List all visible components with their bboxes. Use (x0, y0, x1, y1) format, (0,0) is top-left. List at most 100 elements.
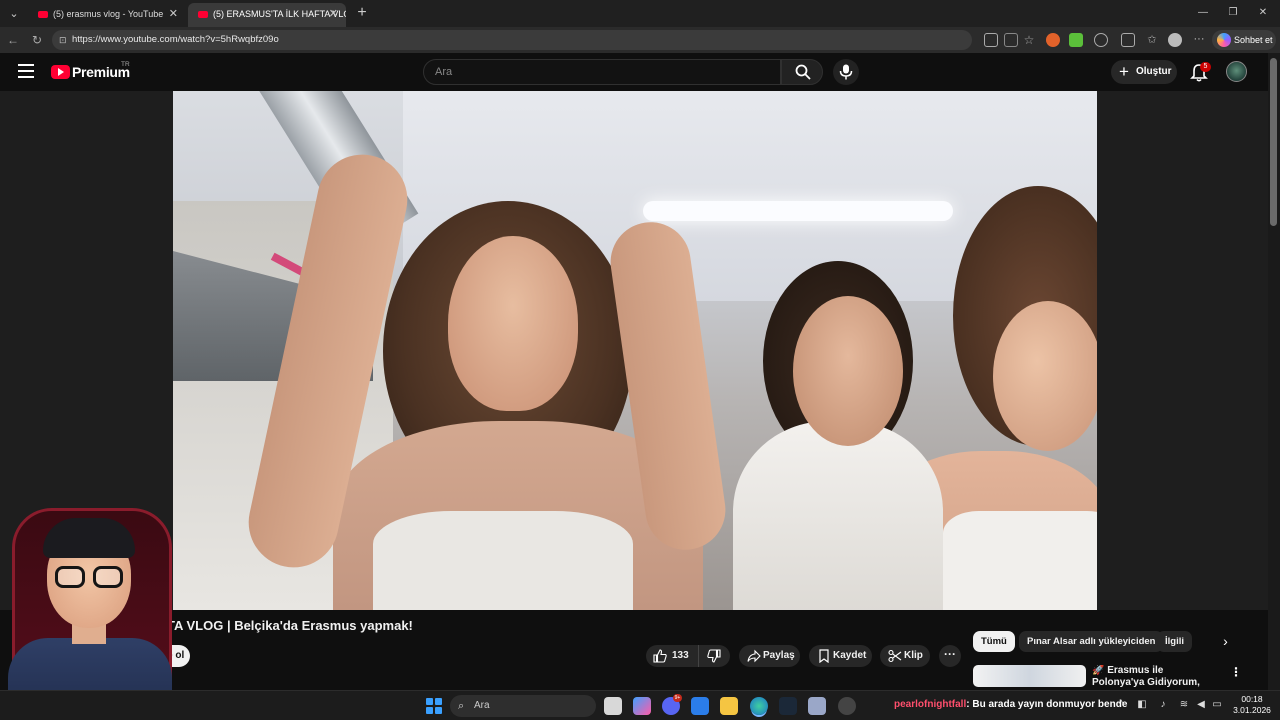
youtube-play-icon (51, 65, 70, 79)
tab-1-label: (5) erasmus vlog - YouTube (53, 9, 164, 19)
video-scene-light (643, 201, 953, 221)
tab-list-chevron-icon[interactable]: ⌄ (4, 4, 24, 24)
plus-icon: + (1119, 62, 1129, 81)
close-window-icon[interactable]: ✕ (1248, 4, 1278, 22)
share-arrow-icon (747, 649, 761, 663)
share-button[interactable]: Paylaş (739, 645, 800, 667)
streamer-webcam-overlay (0, 498, 180, 720)
clip-label: Klip (904, 650, 923, 661)
scissors-icon (888, 649, 902, 663)
account-avatar[interactable] (1226, 61, 1247, 82)
avatar-glasses-left (55, 566, 85, 588)
stream-chat-ticker: pearlofnightfall: Bu arada yayın donmuyo… (894, 699, 1127, 710)
chip-all[interactable]: Tümü (973, 631, 1015, 652)
notification-badge: 5 (1200, 62, 1211, 72)
new-tab-plus-icon[interactable]: + (352, 3, 372, 23)
chat-username: pearlofnightfall (894, 699, 967, 710)
voice-search-button[interactable] (833, 59, 859, 85)
save-button[interactable]: Kaydet (809, 645, 872, 667)
browser-tab-2[interactable]: (5) ERASMUS'TA İLK HAFTA VLOG ✕ (188, 3, 346, 27)
taskbar-search-field[interactable]: ⌕ Ara (450, 695, 596, 717)
obs-icon[interactable] (838, 697, 856, 715)
url-field[interactable]: ⊡ https://www.youtube.com/watch?v=5hRwqb… (52, 30, 972, 50)
recommendation-menu-icon[interactable]: ⋮ (1230, 665, 1242, 681)
store-icon[interactable] (691, 697, 709, 715)
video-title: TA VLOG | Belçika'da Erasmus yapmak! (167, 618, 413, 633)
steam-icon[interactable] (779, 697, 797, 715)
discord-badge: 9+ (673, 694, 682, 702)
windows-taskbar: ⌕ Ara 9+ pearlofnightfall: Bu arada yayı… (0, 690, 1280, 720)
edge-browser-icon[interactable] (750, 697, 768, 715)
chip-from-uploader[interactable]: Pınar Alsar adlı yükleyiciden (1019, 631, 1164, 652)
wifi-icon[interactable]: ≋ (1178, 699, 1190, 711)
clock-time: 00:18 (1241, 694, 1263, 704)
video-person-1-face (448, 236, 578, 411)
site-info-icon[interactable]: ⊡ (59, 30, 67, 50)
file-explorer-icon[interactable] (720, 697, 738, 715)
split-screen-icon[interactable] (1121, 33, 1135, 47)
recommendation-title[interactable]: 🚀 Erasmus ile Polonya'ya Gidiyorum, Yolc… (1092, 665, 1217, 687)
copilot-icon (1217, 33, 1231, 47)
profile-avatar-icon[interactable] (1168, 33, 1182, 47)
microphone-icon (839, 64, 853, 80)
video-person-2-body (733, 421, 943, 610)
chips-next-chevron-icon[interactable]: › (1215, 631, 1236, 652)
copilot-chat-button[interactable]: Sohbet et (1212, 30, 1276, 50)
download-extension-icon[interactable] (1069, 33, 1083, 47)
chip-related[interactable]: İlgili (1157, 631, 1192, 652)
video-player[interactable] (173, 91, 1097, 610)
more-dots-icon: ··· (944, 647, 956, 661)
close-tab-1-icon[interactable]: ✕ (169, 3, 178, 25)
taskbar-search-icon: ⌕ (458, 700, 465, 712)
save-label: Kaydet (833, 650, 867, 661)
extension-1-icon[interactable] (1046, 33, 1060, 47)
microphone-tray-icon[interactable]: ♪ (1157, 699, 1169, 711)
share-label: Paylaş (763, 650, 795, 661)
tab-2-label: (5) ERASMUS'TA İLK HAFTA VLOG (213, 9, 346, 19)
reader-view-icon[interactable] (1004, 33, 1018, 47)
recommendation-thumbnail[interactable] (973, 665, 1086, 687)
thumbs-up-icon (653, 649, 667, 663)
minimize-icon[interactable]: — (1188, 4, 1218, 22)
browser-menu-icon[interactable]: ··· (1192, 33, 1206, 47)
close-tab-2-icon[interactable]: ✕ (329, 3, 338, 25)
windows-start-icon[interactable] (426, 698, 442, 714)
favorite-star-icon[interactable]: ☆ (1022, 33, 1036, 47)
system-clock[interactable]: 00:18 3.01.2026 (1228, 694, 1276, 716)
collections-icon[interactable]: ✩ (1145, 33, 1159, 47)
taskbar-search-label: Ara (474, 700, 490, 711)
restore-icon[interactable]: ❐ (1218, 4, 1248, 22)
avatar-glasses-right (93, 566, 123, 588)
browser-tab-strip: ⌄ (5) erasmus vlog - YouTube ✕ (5) ERASM… (0, 0, 1280, 27)
search-button[interactable] (781, 59, 823, 85)
clip-button[interactable]: Klip (880, 645, 930, 667)
extensions-puzzle-icon[interactable] (1094, 33, 1108, 47)
more-actions-button[interactable]: ··· (939, 645, 961, 667)
tray-overflow-chevron-icon[interactable]: ^ (1115, 699, 1127, 711)
video-person-3-face (993, 301, 1097, 451)
tray-app-icon[interactable]: ◧ (1136, 699, 1148, 711)
dislike-button[interactable] (698, 645, 730, 667)
create-button[interactable]: + Oluştur (1111, 60, 1177, 84)
hamburger-menu-icon[interactable] (18, 64, 34, 78)
create-label: Oluştur (1136, 66, 1172, 77)
search-input[interactable]: Ara (423, 59, 781, 85)
address-bar-row: ← ↻ ⊡ https://www.youtube.com/watch?v=5h… (0, 27, 1280, 53)
battery-icon[interactable]: ▭ (1211, 699, 1223, 711)
refresh-icon[interactable]: ↻ (28, 31, 46, 49)
avatar-hair (43, 518, 135, 558)
browser-tab-1[interactable]: (5) erasmus vlog - YouTube ✕ (28, 3, 186, 27)
chat-button-label: Sohbet et (1234, 35, 1273, 45)
translate-icon[interactable] (984, 33, 998, 47)
copilot-taskbar-icon[interactable] (633, 697, 651, 715)
like-button[interactable]: 133 (646, 645, 698, 667)
task-view-icon[interactable] (604, 697, 622, 715)
like-count: 133 (672, 650, 689, 661)
app-icon[interactable] (808, 697, 826, 715)
search-icon (795, 64, 811, 80)
video-person-3-top (943, 511, 1097, 610)
page-scrollbar-thumb[interactable] (1270, 58, 1277, 226)
volume-icon[interactable]: ◀ (1195, 699, 1207, 711)
back-arrow-icon[interactable]: ← (4, 31, 22, 49)
clock-date: 3.01.2026 (1233, 705, 1271, 715)
